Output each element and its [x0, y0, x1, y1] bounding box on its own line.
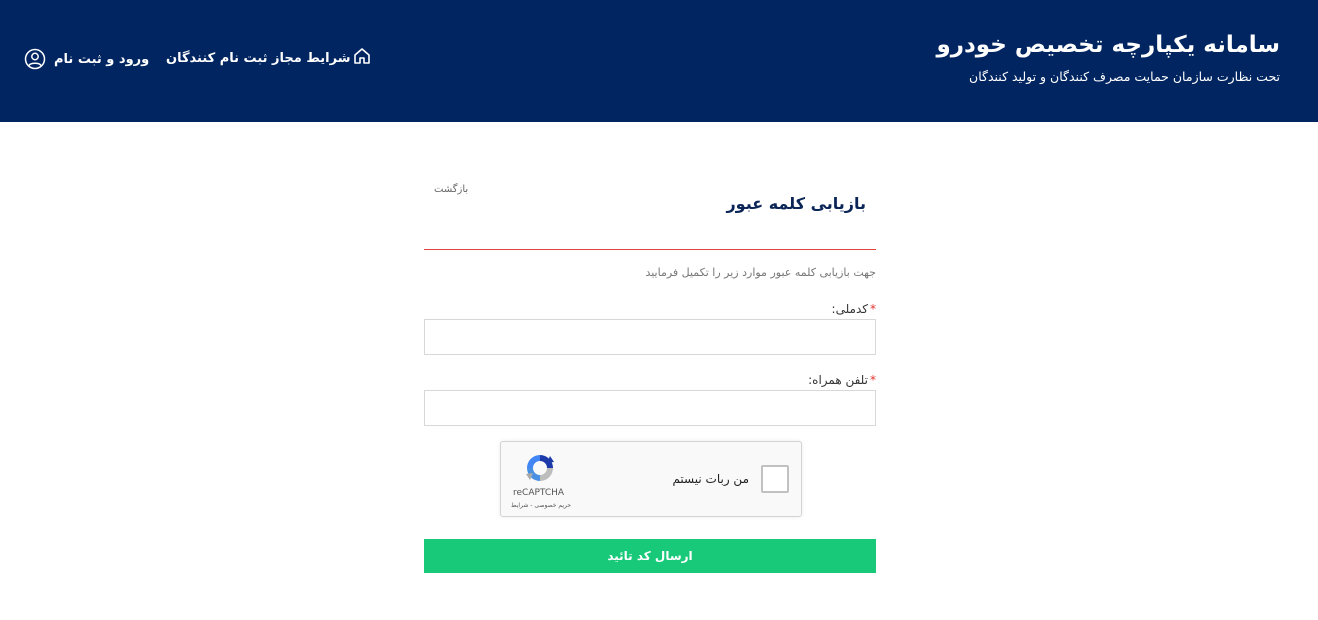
form-instructions: جهت بازیابی کلمه عبور موارد زیر را تکمیل… [645, 266, 876, 279]
brand: سامانه یکپارچه تخصیص خودرو تحت نظارت ساز… [936, 30, 1280, 86]
home-icon [354, 48, 370, 64]
recaptcha-privacy-terms[interactable]: حریم خصوصی - شرایط [511, 502, 571, 509]
user-circle-icon [24, 48, 46, 70]
password-recovery-form: بازیابی کلمه عبور بازگشت جهت بازیابی کلم… [424, 122, 876, 620]
site-title: سامانه یکپارچه تخصیص خودرو [936, 32, 1280, 58]
nav-registration-terms[interactable]: شرایط مجاز ثبت نام کنندگان [166, 48, 350, 70]
recaptcha-logo-icon [526, 455, 554, 481]
back-link[interactable]: بازگشت [434, 184, 468, 195]
recaptcha-checkbox[interactable] [761, 465, 789, 493]
required-mark: * [870, 302, 876, 316]
title-divider [424, 249, 876, 250]
mobile-input[interactable] [424, 390, 876, 426]
mobile-label: *تلفن همراه: [808, 373, 876, 387]
send-verification-code-button[interactable]: ارسال کد تائید [424, 539, 876, 573]
form-title: بازیابی کلمه عبور [726, 194, 866, 213]
home-link[interactable] [352, 46, 372, 66]
required-mark: * [870, 373, 876, 387]
site-subtitle: تحت نظارت سازمان حمایت مصرف کنندگان و تو… [969, 69, 1280, 84]
recaptcha-widget: من ربات نیستم reCAPTCHA حریم خصوصی - شرا… [500, 441, 802, 517]
recaptcha-label: من ربات نیستم [672, 472, 749, 486]
site-header: سامانه یکپارچه تخصیص خودرو تحت نظارت ساز… [0, 0, 1318, 122]
recaptcha-brand: reCAPTCHA [513, 488, 565, 498]
national-code-label: *کدملی: [831, 302, 876, 316]
national-code-input[interactable] [424, 319, 876, 355]
nav-login-label: ورود و ثبت نام [54, 51, 150, 67]
nav-login-register[interactable]: ورود و ثبت نام [24, 48, 149, 70]
